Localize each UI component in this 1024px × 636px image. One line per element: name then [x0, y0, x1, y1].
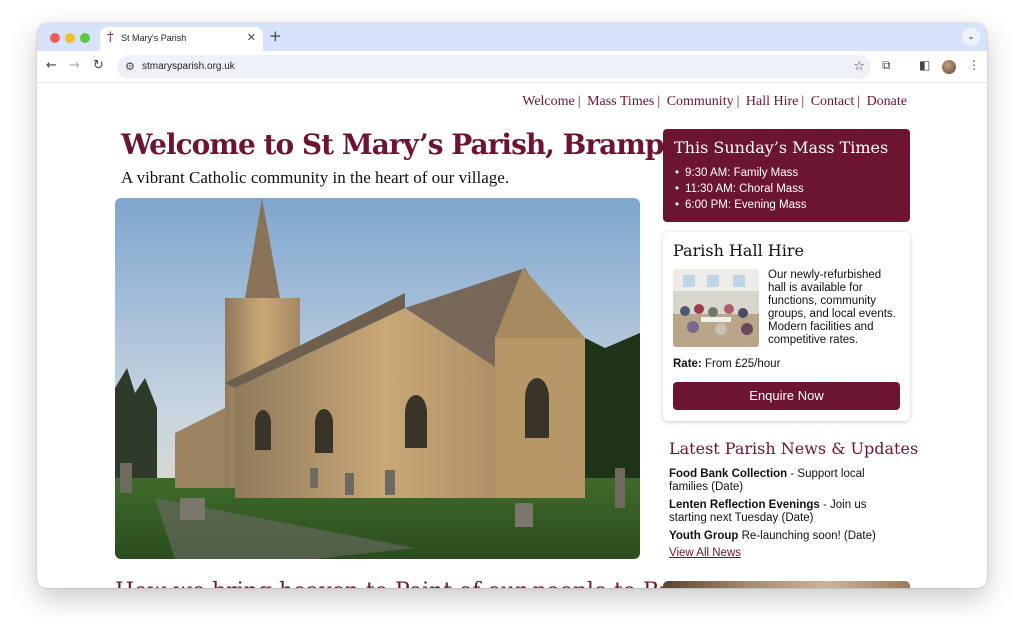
church-illustration — [115, 198, 640, 559]
nav-separator: | — [657, 94, 661, 109]
new-tab-icon[interactable]: + — [269, 27, 282, 45]
hall-illustration — [673, 269, 759, 347]
site-navigation: Welcome | Mass Times | Community | Hall Hir… — [522, 94, 907, 110]
page-subtitle: A vibrant Catholic community in the hear… — [121, 168, 510, 187]
extensions-icon[interactable]: ⧉ — [882, 58, 891, 73]
hall-hire-card: Parish Hall Hire Our newly-refurbished h… — [663, 232, 910, 421]
view-all-news-link[interactable]: View All News — [669, 547, 741, 559]
hall-hire-description: Our newly-refurbished hall is available … — [768, 269, 896, 346]
news-text: Re-launching soon! (Date) — [738, 530, 876, 542]
nav-separator: | — [801, 94, 805, 109]
nav-separator: | — [736, 94, 740, 109]
church-interior-photo — [663, 581, 910, 588]
close-window-button[interactable] — [50, 33, 60, 43]
nav-link-welcome[interactable]: Welcome — [522, 94, 575, 109]
chevron-down-icon[interactable]: ⌄ — [962, 28, 980, 46]
mass-time-item: 9:30 AM: Family Mass — [675, 165, 806, 181]
nav-link-contact[interactable]: Contact — [811, 94, 855, 109]
back-arrow-icon[interactable]: ← — [46, 58, 57, 73]
url-text[interactable]: stmarysparish.org.uk — [142, 61, 235, 72]
profile-avatar[interactable] — [942, 60, 956, 74]
page-title: Welcome to St Mary’s Parish, Brampton — [121, 128, 713, 161]
side-panel-icon[interactable]: ◧ — [919, 58, 930, 72]
news-headline: Lenten Reflection Evenings — [669, 499, 820, 511]
tab-title: St Mary's Parish — [121, 33, 187, 43]
news-item: Food Bank Collection - Support local fam… — [669, 468, 905, 494]
mass-time-item: 11:30 AM: Choral Mass — [675, 181, 806, 197]
browser-window: † St Mary's Parish ✕ + ⌄ ← → ↻ ⚙ stmarys… — [37, 23, 987, 588]
site-settings-icon[interactable]: ⚙ — [125, 60, 135, 73]
cross-icon: † — [107, 30, 114, 45]
hall-hire-title: Parish Hall Hire — [673, 241, 804, 260]
news-item: Lenten Reflection Evenings - Join us sta… — [669, 499, 905, 525]
nav-link-community[interactable]: Community — [667, 94, 734, 109]
section-heading: How we bring heaven to Point of our peop… — [115, 579, 683, 588]
reload-icon[interactable]: ↻ — [93, 58, 104, 73]
tab-bar: † St Mary's Parish ✕ + ⌄ — [37, 23, 987, 51]
mass-times-list: 9:30 AM: Family Mass 11:30 AM: Choral Ma… — [675, 165, 806, 213]
mass-times-title: This Sunday’s Mass Times — [674, 138, 889, 157]
enquire-now-button[interactable]: Enquire Now — [673, 382, 900, 410]
nav-separator: | — [577, 94, 581, 109]
news-item: Youth Group Re-launching soon! (Date) — [669, 530, 905, 543]
church-photo — [115, 198, 640, 559]
forward-arrow-icon[interactable]: → — [69, 58, 80, 73]
rate-label: Rate: — [673, 358, 702, 370]
maximize-window-button[interactable] — [80, 33, 90, 43]
hall-hire-rate: Rate: From £25/hour — [673, 358, 780, 370]
nav-separator: | — [857, 94, 861, 109]
news-headline: Food Bank Collection — [669, 468, 788, 480]
address-bar[interactable]: ⚙ stmarysparish.org.uk ☆ — [117, 55, 871, 79]
rate-value: From £25/hour — [704, 358, 781, 370]
nav-link-hall-hire[interactable]: Hall Hire — [746, 94, 798, 109]
news-title: Latest Parish News & Updates — [669, 439, 919, 458]
news-headline: Youth Group — [669, 530, 739, 542]
bookmark-star-icon[interactable]: ☆ — [853, 59, 865, 74]
minimize-window-button[interactable] — [65, 33, 75, 43]
web-page: Welcome | Mass Times | Community | Hall Hir… — [37, 84, 987, 588]
browser-toolbar: ← → ↻ ⚙ stmarysparish.org.uk ☆ ⧉ ◧ ⋮ — [37, 51, 987, 83]
mass-times-box: This Sunday’s Mass Times 9:30 AM: Family… — [663, 129, 910, 222]
more-menu-icon[interactable]: ⋮ — [968, 58, 980, 72]
close-icon[interactable]: ✕ — [247, 31, 256, 44]
browser-tab[interactable]: † St Mary's Parish ✕ — [100, 27, 263, 51]
nav-link-mass-times[interactable]: Mass Times — [587, 94, 654, 109]
mass-time-item: 6:00 PM: Evening Mass — [675, 197, 806, 213]
nav-link-donate[interactable]: Donate — [867, 94, 907, 109]
hall-photo — [673, 269, 759, 347]
